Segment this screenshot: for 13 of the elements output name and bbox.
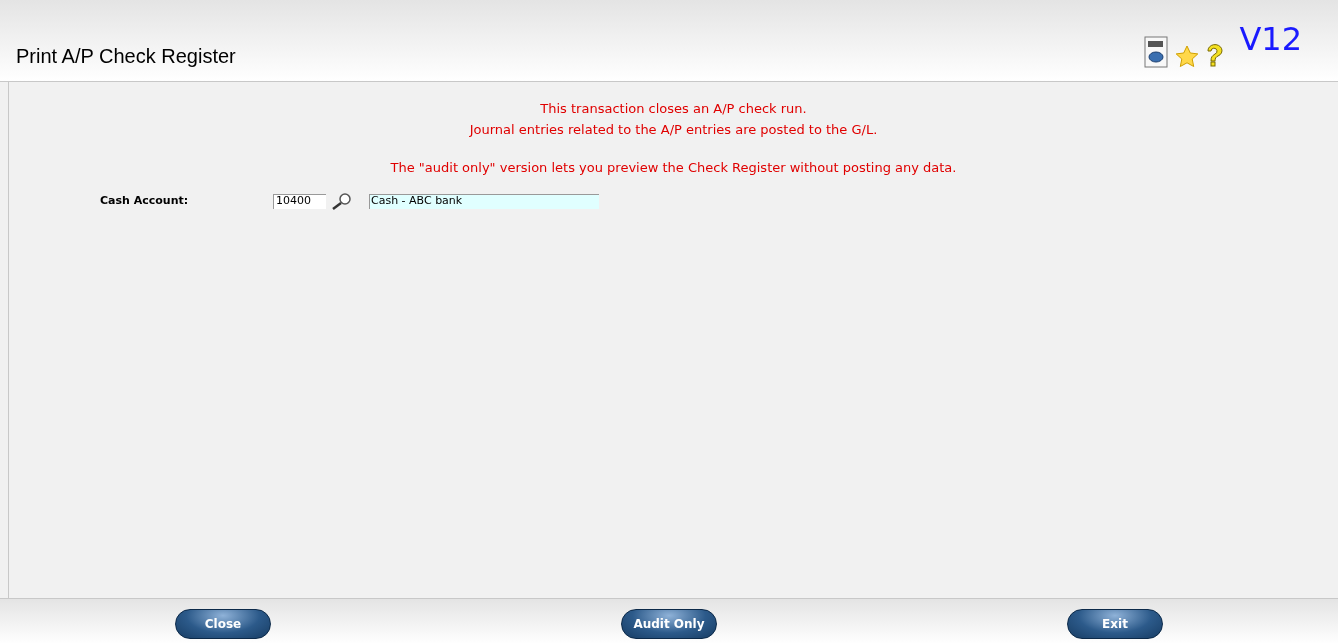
notice-text: The "audit only" version lets you preview the Check Register without posting any data. [390, 159, 957, 177]
account-field[interactable]: 10400 [273, 193, 326, 209]
description-field[interactable]: Cash - ABC bank [369, 193, 599, 209]
notice-text: This transaction closes an A/P check run. [540, 100, 807, 118]
search-icon[interactable] [331, 192, 353, 210]
action-button[interactable]: Audit Only [621, 608, 717, 639]
field-label: Cash Account: [100, 192, 190, 209]
version-label: V12 [1239, 23, 1302, 55]
window-title: Print A/P Check Register [16, 44, 236, 69]
action-button[interactable]: Close [175, 608, 271, 639]
notice-text: Journal entries related to the A/P entries are posted to the G/L. [469, 121, 878, 139]
star-icon[interactable] [1175, 45, 1200, 69]
action-button[interactable]: Exit [1067, 608, 1163, 639]
